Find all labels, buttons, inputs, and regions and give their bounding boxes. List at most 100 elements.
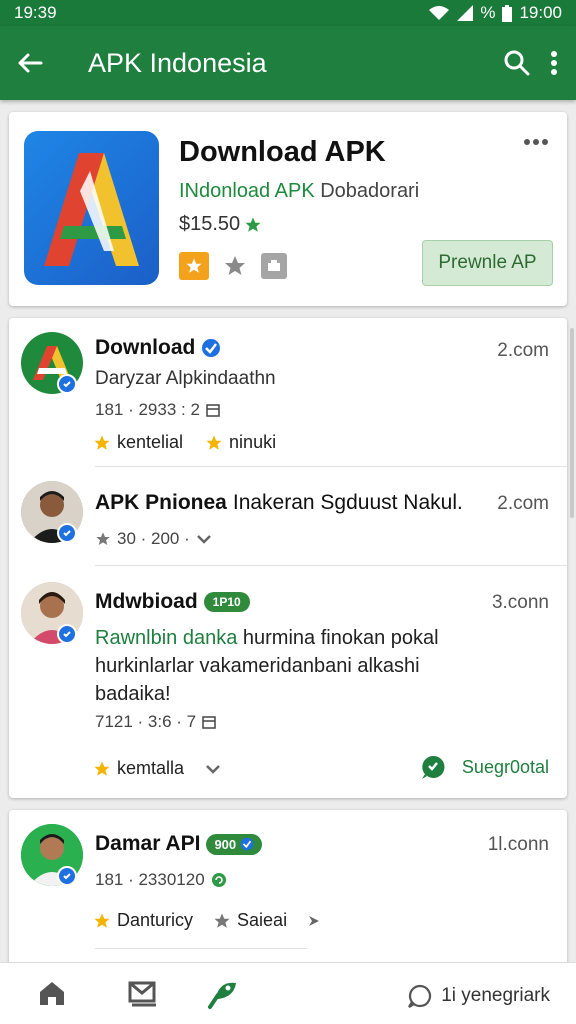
star-icon[interactable] [213, 912, 231, 930]
star-icon[interactable] [93, 912, 111, 930]
post-tag: 900 [206, 833, 263, 855]
post-author-name: Mdwbioad [95, 590, 198, 613]
app-subtitle: INdonload APK Dobadorari [179, 180, 419, 203]
feed-card: Damar API 900 1l.conn 181 · 2330120 Dant… [9, 810, 567, 970]
suggest-label: Suegr0otal [461, 756, 549, 777]
post-meta: 181 · 2330120 [95, 870, 227, 890]
more-vertical-icon[interactable] [550, 50, 558, 76]
featured-star-icon [179, 252, 209, 280]
post-actions: kemtalla [93, 758, 222, 779]
star-icon[interactable] [93, 760, 111, 778]
app-category: Dobadorari [320, 180, 420, 202]
post-time: 3.conn [491, 592, 549, 613]
wifi-icon [429, 6, 450, 20]
chevron-down-icon[interactable] [196, 533, 212, 545]
post-body-text: hurmina finokan pokal [237, 627, 439, 649]
scrollbar[interactable] [570, 328, 574, 518]
verified-badge-icon [240, 837, 254, 851]
verified-badge-icon [202, 339, 221, 357]
verified-icon [57, 523, 77, 543]
post-author-name: Download [95, 336, 196, 359]
post-time: 2.com [497, 493, 549, 514]
status-time-right: 19:00 [519, 3, 562, 22]
chat-bubble-outline-icon [408, 984, 432, 1008]
post-tag: 1P10 [203, 592, 250, 612]
post-body: Rawnlbin danka hurmina finokan pokal hur… [95, 624, 535, 708]
feed-card: Download 2.com Daryzar Alpkindaathn 181 … [9, 318, 567, 798]
battery-icon [502, 4, 513, 22]
notifications-tab[interactable]: 1i yenegriark [407, 983, 550, 1009]
post-meta-text: 30 · 200 · [117, 529, 190, 548]
status-time-left: 19:39 [14, 3, 57, 22]
back-arrow-icon [18, 53, 43, 73]
notifications-label: 1i yenegriark [441, 985, 550, 1006]
post-author[interactable]: Damar API 900 [95, 832, 263, 856]
post-author[interactable]: Mdwbioad 1P10 [95, 590, 250, 614]
status-bar: 19:39 % 19:00 [0, 0, 576, 26]
status-right: % 19:00 [428, 3, 562, 23]
post-action-label[interactable]: kentelial [117, 432, 183, 453]
app-info-card: Download APK INdonload APK Dobadorari $1… [9, 112, 567, 306]
post-body-link[interactable]: Rawnlbin danka [95, 627, 237, 649]
verified-icon [57, 624, 77, 644]
post-time: 2.com [497, 340, 549, 361]
star-icon[interactable] [93, 434, 111, 452]
inbox-icon[interactable] [128, 979, 158, 1007]
post-meta-text: 181 · 2330120 [95, 870, 205, 889]
post-action-label[interactable]: Danturicy [117, 910, 193, 931]
post-body-text: hurkinlarlar vakameridanbani alkashi [95, 655, 420, 677]
verified-icon [57, 866, 77, 886]
post-tag-text: 900 [214, 836, 237, 852]
post-actions: kentelial ninuki [93, 432, 276, 453]
share-arrow-icon[interactable] [307, 912, 325, 930]
post-action-label[interactable]: kemtalla [117, 758, 184, 779]
back-button[interactable] [0, 26, 60, 100]
post-action-label[interactable]: Saieai [237, 910, 287, 931]
battery-percent: % [480, 3, 496, 22]
home-icon[interactable] [38, 979, 66, 1007]
signal-icon [457, 5, 474, 21]
star-icon[interactable] [205, 434, 223, 452]
divider [95, 565, 567, 566]
app-bar: APK Indonesia [0, 26, 576, 100]
post-author-detail: Inakeran Sgduust Nakul. [232, 491, 463, 514]
post-action-label[interactable]: ninuki [229, 432, 276, 453]
post-meta-text: 7121 · 3:6 · 7 [95, 712, 197, 731]
preview-button[interactable]: Prewnle AP [422, 240, 553, 286]
post-meta-text: 181 · 2933 : 2 [95, 400, 200, 419]
post-author-name: APK Pnionea [95, 491, 227, 514]
app-bar-actions [504, 50, 576, 76]
more-horizontal-icon[interactable] [523, 138, 549, 146]
rating-star-icon[interactable] [223, 254, 247, 278]
star-icon [245, 217, 261, 232]
app-developer[interactable]: INdonload APK [179, 180, 315, 202]
app-title: Download APK [179, 136, 386, 168]
post-subtitle: Daryzar Alpkindaathn [95, 368, 276, 389]
post-meta: 7121 · 3:6 · 7 [95, 712, 216, 732]
suggest-action[interactable]: Suegr0otal [420, 754, 549, 780]
refresh-icon [211, 873, 226, 887]
app-price-row: $15.50 [179, 213, 262, 236]
app-logo-icon [24, 131, 159, 285]
post-actions: Danturicy Saieai [93, 910, 325, 931]
calendar-icon [202, 716, 216, 729]
apps-leaf-icon[interactable] [206, 979, 238, 1009]
app-bar-title: APK Indonesia [88, 47, 267, 78]
post-author-name: Damar API [95, 832, 201, 855]
divider [95, 948, 307, 949]
divider [95, 466, 567, 467]
verified-icon [57, 374, 77, 394]
star-icon [96, 532, 110, 545]
app-price: $15.50 [179, 213, 241, 235]
bottom-navigation: 1i yenegriark [0, 962, 576, 1024]
post-author[interactable]: Download [95, 336, 221, 360]
app-badges [179, 252, 287, 280]
post-author[interactable]: APK Pnionea Inakeran Sgduust Nakul. [95, 491, 463, 515]
chevron-down-icon[interactable] [204, 763, 222, 775]
post-meta: 181 · 2933 : 2 [95, 400, 220, 420]
calendar-icon [206, 404, 220, 417]
content-rating-icon [261, 253, 287, 279]
post-body-text: badaika! [95, 683, 171, 705]
search-icon[interactable] [504, 50, 530, 76]
chat-bubble-icon [421, 755, 445, 779]
